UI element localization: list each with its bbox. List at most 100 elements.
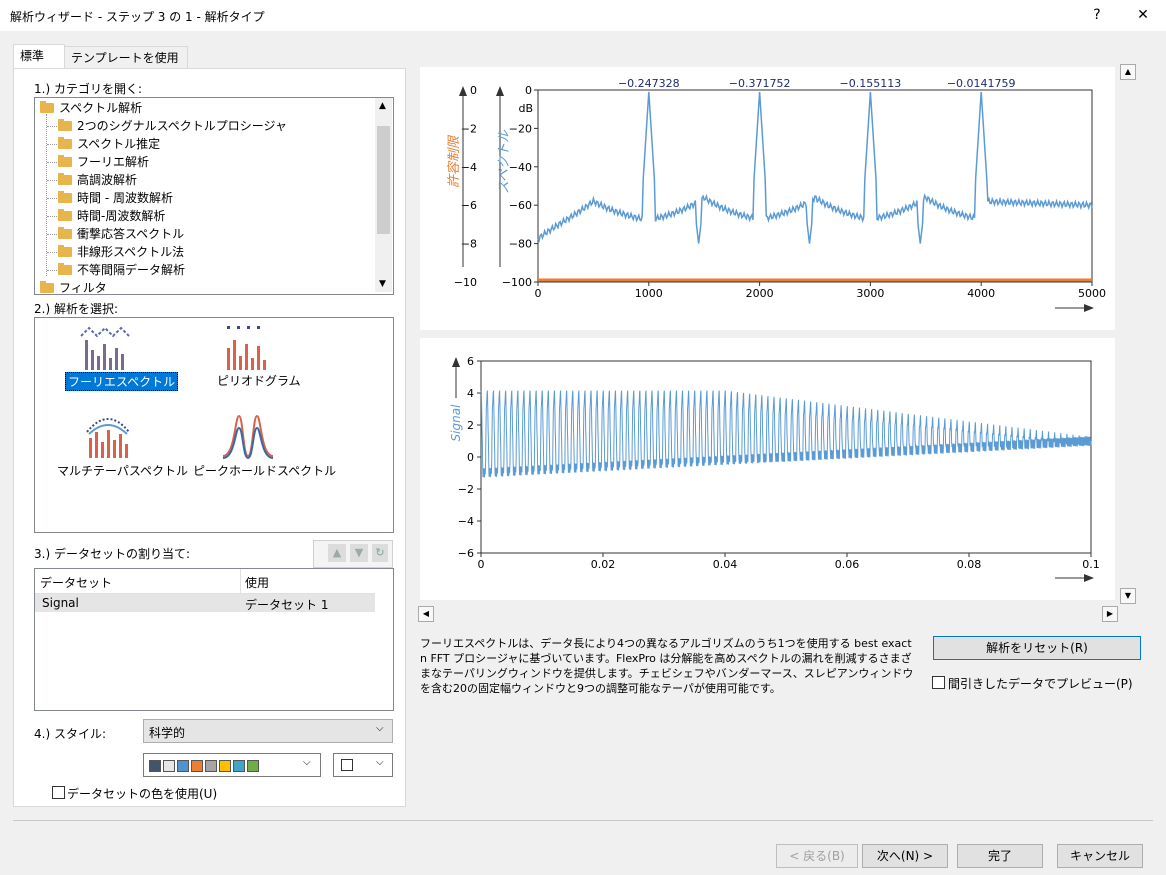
multitaper-spectrum-icon[interactable] — [83, 410, 133, 460]
tree-guide — [47, 180, 57, 181]
marker-square-icon — [341, 759, 353, 771]
reset-analysis-button[interactable]: 解析をリセット(R) — [933, 636, 1141, 660]
use-dataset-color-checkbox[interactable] — [52, 786, 65, 799]
tree-item[interactable]: 時間 - 周波数解析 — [58, 189, 173, 207]
tree-item[interactable]: 2つのシグナルスペクトルプロシージャ — [58, 117, 287, 135]
table-row[interactable]: Signal データセット 1 — [35, 594, 375, 612]
x-tick-label: 0 — [478, 558, 485, 571]
tree-scrollbar[interactable]: ▲ ▼ — [375, 98, 392, 292]
analysis-periodogram[interactable]: ピリオドグラム — [217, 372, 301, 389]
chart-vertical-scrollbar[interactable]: ▲ ▼ — [1120, 64, 1136, 604]
tree-item[interactable]: スペクトル推定 — [58, 135, 160, 153]
fourier-spectrum-icon[interactable] — [79, 322, 139, 372]
palette-swatches — [149, 758, 261, 772]
marker-select[interactable]: ⌵ — [333, 753, 393, 777]
dataset-toolbar: ▲ ▼ ↻ — [313, 540, 393, 568]
analysis-fourier-spectrum[interactable]: フーリエスペクトル — [65, 372, 179, 391]
signal-series-line — [480, 390, 1092, 478]
style-select[interactable]: 科学的 ⌵ — [143, 719, 393, 743]
move-up-icon[interactable]: ▲ — [328, 544, 346, 562]
unit-label: dB — [518, 102, 533, 115]
color-swatch — [149, 759, 161, 772]
y-right-tick-label: −80 — [509, 238, 532, 251]
tree-guide — [47, 234, 57, 235]
signal-chart[interactable]: 0 0.02 0.04 0.06 0.08 0.1 6 4 2 0 −2 −4 −6 Signal — [420, 338, 1115, 600]
cancel-button[interactable]: キャンセル — [1057, 844, 1143, 868]
color-swatch — [233, 759, 245, 772]
tree-item[interactable]: 不等間隔データ解析 — [58, 261, 185, 279]
preview-decimated-checkbox[interactable] — [932, 676, 945, 689]
tree-item-label: スペクトル解析 — [59, 101, 143, 115]
tree-guide — [47, 252, 57, 253]
use-dataset-color-label[interactable]: データセットの色を使用(U) — [67, 785, 217, 802]
next-button[interactable]: 次へ(N) > — [862, 844, 948, 868]
x-tick-label: 1000 — [635, 287, 663, 300]
spectrum-series-line — [537, 91, 1093, 244]
move-down-icon[interactable]: ▼ — [350, 544, 368, 562]
refresh-icon[interactable]: ↻ — [372, 544, 388, 562]
y-right-tick-label: −100 — [502, 276, 532, 289]
x-tick-label: 0.08 — [957, 558, 982, 571]
back-button[interactable]: < 戻る(B) — [776, 844, 858, 868]
folder-icon — [58, 154, 72, 167]
chevron-down-icon: ⌵ — [376, 757, 384, 768]
scroll-up-icon[interactable]: ▲ — [379, 101, 386, 111]
y-right-tick-label: −60 — [509, 199, 532, 212]
y-tick-label: −4 — [458, 515, 474, 528]
y-tick-label: −2 — [458, 483, 474, 496]
finish-button[interactable]: 完了 — [957, 844, 1043, 868]
peak-hold-spectrum-icon[interactable] — [221, 410, 275, 460]
color-swatch — [163, 759, 175, 772]
x-tick-label: 5000 — [1078, 287, 1106, 300]
periodogram-icon[interactable] — [223, 322, 273, 372]
preview-decimated-label[interactable]: 間引きしたデータでプレビュー(P) — [948, 675, 1133, 692]
tree-item[interactable]: 非線形スペクトル法 — [58, 243, 184, 261]
arrow-up-icon — [459, 86, 467, 96]
y-tick-label: 6 — [467, 355, 474, 368]
x-tick-label: 3000 — [856, 287, 884, 300]
x-tick-label: 0.06 — [835, 558, 860, 571]
palette-select[interactable]: ⌵ — [143, 753, 321, 777]
analysis-multitaper-spectrum[interactable]: マルチテーパスペクトル — [57, 462, 188, 479]
tree-item[interactable]: 衝撃応答スペクトル — [58, 225, 184, 243]
color-swatch — [191, 759, 203, 772]
tree-item-label: フィルタ — [59, 281, 107, 295]
analysis-list[interactable]: フーリエスペクトル ピリオドグラム マルチテーパスペクトル ピークホールドスペク… — [34, 317, 394, 533]
column-usage[interactable]: 使用 — [245, 574, 269, 591]
chevron-down-icon: ⌵ — [376, 723, 384, 734]
tab-standard[interactable]: 標準 — [13, 44, 65, 70]
y-right-tick-label: −20 — [509, 122, 532, 135]
tab-use-template[interactable]: テンプレートを使用する — [64, 46, 188, 87]
analysis-description: フーリエスペクトルは、データ長により4つの異なるアルゴリズムのうち1つを使用する… — [420, 637, 914, 695]
scroll-left-icon[interactable]: ◀ — [418, 606, 434, 622]
plot-frame — [480, 360, 1092, 554]
tree-item-label: 高調波解析 — [77, 173, 138, 187]
analysis-peak-hold-spectrum[interactable]: ピークホールドスペクトル — [193, 462, 336, 479]
category-tree[interactable]: スペクトル解析 2つのシグナルスペクトルプロシージャ スペクトル推定 フーリエ解析高調… — [34, 97, 394, 295]
scroll-down-icon[interactable]: ▼ — [379, 279, 386, 289]
folder-icon — [58, 136, 72, 149]
y-tick-label: 4 — [467, 387, 474, 400]
spectrum-chart[interactable]: 0 1000 2000 3000 4000 500000−20−2−40−4−60−6−8… — [420, 67, 1115, 330]
row-usage-cell[interactable]: データセット 1 — [245, 596, 328, 613]
tree-item[interactable]: 高調波解析 — [58, 171, 137, 189]
column-dataset[interactable]: データセット — [40, 574, 112, 591]
scroll-thumb[interactable] — [377, 126, 390, 234]
scroll-right-icon[interactable]: ▶ — [1102, 606, 1118, 622]
section4-label: 4.) スタイル: — [34, 727, 106, 741]
chart-horizontal-scrollbar[interactable]: ◀ ▶ — [418, 606, 1118, 622]
folder-icon — [40, 100, 54, 113]
close-button[interactable]: ✕ — [1120, 0, 1166, 31]
tree-item[interactable]: フィルタ — [40, 279, 107, 297]
tree-item[interactable]: スペクトル解析 — [40, 99, 142, 117]
tree-item[interactable]: フーリエ解析 — [58, 153, 149, 171]
scroll-up-icon[interactable]: ▲ — [1120, 64, 1136, 80]
y-right-tick-label: −40 — [509, 161, 532, 174]
tree-guide — [47, 198, 57, 199]
dataset-table[interactable]: データセット 使用 Signal データセット 1 — [34, 568, 394, 711]
scroll-down-icon[interactable]: ▼ — [1120, 588, 1136, 604]
x-tick-label: 0.1 — [1082, 558, 1100, 571]
row-dataset-cell: Signal — [42, 596, 79, 610]
tree-item[interactable]: 時間-周波数解析 — [58, 207, 165, 225]
help-button[interactable]: ? — [1074, 0, 1120, 31]
